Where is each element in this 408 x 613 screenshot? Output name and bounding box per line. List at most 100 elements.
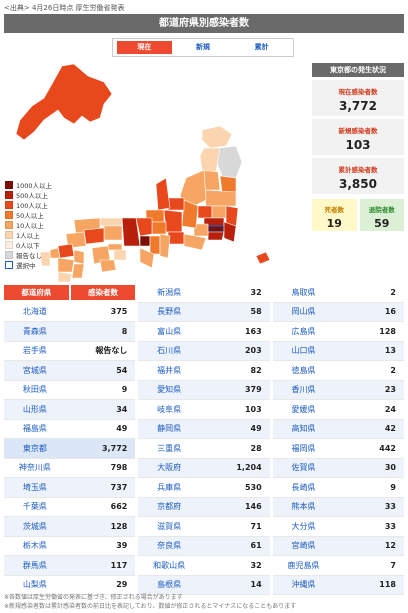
table-row[interactable]: 奈良県 61 xyxy=(138,536,270,556)
table-row[interactable]: 鳥取県 2 xyxy=(272,283,404,303)
prefecture-name[interactable]: 神奈川県 xyxy=(4,462,66,473)
table-row[interactable]: 香川県 23 xyxy=(272,380,404,400)
map-tochigi[interactable] xyxy=(211,205,227,219)
table-row[interactable]: 石川県 203 xyxy=(138,341,270,361)
table-row[interactable]: 鹿児島県 7 xyxy=(272,556,404,576)
table-row[interactable]: 青森県 8 xyxy=(4,322,136,342)
table-row[interactable]: 愛媛県 24 xyxy=(272,400,404,420)
prefecture-name[interactable]: 千葉県 xyxy=(4,501,66,512)
prefecture-name[interactable]: 栃木県 xyxy=(4,540,66,551)
table-row[interactable]: 新潟県 32 xyxy=(138,283,270,303)
table-row[interactable]: 佐賀県 30 xyxy=(272,458,404,478)
prefecture-name[interactable]: 埼玉県 xyxy=(4,482,66,493)
prefecture-name[interactable]: 奈良県 xyxy=(138,540,200,551)
prefecture-name[interactable]: 長崎県 xyxy=(273,482,335,493)
prefecture-name[interactable]: 岡山県 xyxy=(273,306,335,317)
prefecture-name[interactable]: 香川県 xyxy=(273,384,335,395)
table-row[interactable]: 北海道 375 xyxy=(4,303,136,322)
map-aomori[interactable] xyxy=(201,125,233,149)
map-tokyo[interactable] xyxy=(207,225,225,233)
map-fukuoka[interactable] xyxy=(57,243,75,259)
table-row[interactable]: 高知県 42 xyxy=(272,419,404,439)
prefecture-name[interactable]: 山口県 xyxy=(273,345,335,356)
table-row[interactable]: 滋賀県 71 xyxy=(138,517,270,537)
table-row[interactable]: 大阪府 1,204 xyxy=(138,458,270,478)
map-shiga[interactable] xyxy=(151,221,167,235)
table-row[interactable]: 山口県 13 xyxy=(272,341,404,361)
table-row[interactable]: 山形県 34 xyxy=(4,400,136,420)
prefecture-name[interactable]: 愛媛県 xyxy=(273,404,335,415)
table-row[interactable]: 熊本県 33 xyxy=(272,497,404,517)
prefecture-name[interactable]: 秋田県 xyxy=(4,384,66,395)
map-nara[interactable] xyxy=(149,235,161,255)
table-row[interactable]: 広島県 128 xyxy=(272,322,404,342)
map-akita[interactable] xyxy=(199,147,221,173)
map-tokushima[interactable] xyxy=(113,249,127,261)
prefecture-name[interactable]: 北海道 xyxy=(4,306,66,317)
map-gunma[interactable] xyxy=(197,205,213,219)
prefecture-name[interactable]: 富山県 xyxy=(138,326,200,337)
table-row[interactable]: 岡山県 16 xyxy=(272,302,404,322)
table-row[interactable]: 長野県 58 xyxy=(138,302,270,322)
prefecture-name[interactable]: 和歌山県 xyxy=(138,560,200,571)
map-oita[interactable] xyxy=(73,249,85,265)
map-miyazaki[interactable] xyxy=(71,263,85,279)
prefecture-name[interactable]: 福島県 xyxy=(4,423,66,434)
table-row[interactable]: 徳島県 2 xyxy=(272,361,404,381)
map-kochi[interactable] xyxy=(99,259,117,273)
table-row[interactable]: 和歌山県 32 xyxy=(138,556,270,576)
prefecture-name[interactable]: 高知県 xyxy=(273,423,335,434)
prefecture-name[interactable]: 宮城県 xyxy=(4,365,66,376)
table-row[interactable]: 福井県 82 xyxy=(138,361,270,381)
table-row[interactable]: 兵庫県 530 xyxy=(138,478,270,498)
table-row[interactable]: 愛知県 379 xyxy=(138,380,270,400)
map-hokkaido[interactable] xyxy=(15,63,113,141)
table-row[interactable]: 群馬県 117 xyxy=(4,556,136,576)
map-gifu[interactable] xyxy=(163,209,183,233)
table-row[interactable]: 福島県 49 xyxy=(4,420,136,439)
map-kanagawa[interactable] xyxy=(207,231,225,241)
table-row[interactable]: 岐阜県 103 xyxy=(138,400,270,420)
map-ishikawa[interactable] xyxy=(155,177,171,211)
prefecture-name[interactable]: 石川県 xyxy=(138,345,200,356)
table-row[interactable]: 岩手県 報告なし xyxy=(4,342,136,361)
prefecture-name[interactable]: 茨城県 xyxy=(4,521,66,532)
prefecture-name[interactable]: 熊本県 xyxy=(273,501,335,512)
prefecture-name[interactable]: 兵庫県 xyxy=(138,482,200,493)
prefecture-name[interactable]: 徳島県 xyxy=(273,365,335,376)
prefecture-name[interactable]: 岩手県 xyxy=(4,345,66,356)
prefecture-name[interactable]: 京都府 xyxy=(138,501,200,512)
prefecture-name[interactable]: 青森県 xyxy=(4,326,66,337)
prefecture-name[interactable]: 滋賀県 xyxy=(138,521,200,532)
prefecture-name[interactable]: 大分県 xyxy=(273,521,335,532)
prefecture-name[interactable]: 鳥取県 xyxy=(273,287,335,298)
prefecture-name[interactable]: 福井県 xyxy=(138,365,200,376)
table-row[interactable]: 静岡県 49 xyxy=(138,419,270,439)
map-okayama[interactable] xyxy=(103,225,123,241)
table-row[interactable]: 千葉県 662 xyxy=(4,498,136,517)
map-kagoshima[interactable] xyxy=(57,271,73,283)
map-kagawa[interactable] xyxy=(107,243,123,251)
prefecture-name[interactable]: 岐阜県 xyxy=(138,404,200,415)
prefecture-name[interactable]: 長野県 xyxy=(138,306,200,317)
prefecture-name[interactable]: 東京都 xyxy=(4,443,66,454)
map-aichi[interactable] xyxy=(167,231,185,245)
table-row[interactable]: 埼玉県 737 xyxy=(4,478,136,498)
prefecture-name[interactable]: 山形県 xyxy=(4,404,66,415)
table-row[interactable]: 宮城県 54 xyxy=(4,361,136,381)
prefecture-name[interactable]: 愛知県 xyxy=(138,384,200,395)
prefecture-name[interactable]: 島根県 xyxy=(138,579,200,590)
prefecture-name[interactable]: 福岡県 xyxy=(273,443,335,454)
table-row[interactable]: 東京都 3,772 xyxy=(4,439,136,459)
table-row[interactable]: 茨城県 128 xyxy=(4,517,136,537)
table-row[interactable]: 三重県 28 xyxy=(138,439,270,459)
table-row[interactable]: 京都府 146 xyxy=(138,497,270,517)
map-hiroshima[interactable] xyxy=(83,227,105,245)
table-row[interactable]: 長崎県 9 xyxy=(272,478,404,498)
map-okinawa[interactable] xyxy=(255,251,271,265)
table-row[interactable]: 宮崎県 12 xyxy=(272,536,404,556)
table-row[interactable]: 富山県 163 xyxy=(138,322,270,342)
prefecture-name[interactable]: 沖縄県 xyxy=(273,579,335,590)
table-row[interactable]: 福岡県 442 xyxy=(272,439,404,459)
prefecture-name[interactable]: 新潟県 xyxy=(138,287,200,298)
